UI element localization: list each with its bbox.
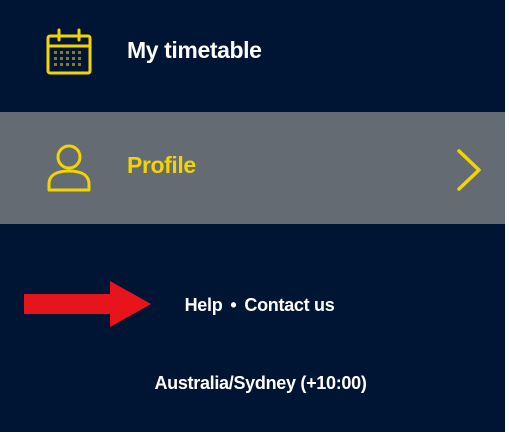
- timezone-label: Australia/Sydney (+10:00): [154, 373, 367, 393]
- nav-item-label: Profile: [127, 152, 196, 178]
- calendar-icon: [46, 28, 92, 75]
- contact-us-link[interactable]: Contact us: [244, 295, 334, 315]
- nav-item-label: My timetable: [127, 37, 262, 63]
- sidebar-panel: My timetable Profile Help • Contact us Aus…: [0, 0, 505, 432]
- nav-item-profile[interactable]: Profile: [0, 112, 505, 224]
- separator-dot: •: [230, 295, 237, 315]
- nav-item-my-timetable[interactable]: My timetable: [0, 0, 505, 100]
- help-link[interactable]: Help: [185, 295, 223, 315]
- user-icon: [47, 144, 91, 192]
- red-arrow-annotation: [24, 281, 151, 327]
- chevron-right-icon: [457, 149, 481, 191]
